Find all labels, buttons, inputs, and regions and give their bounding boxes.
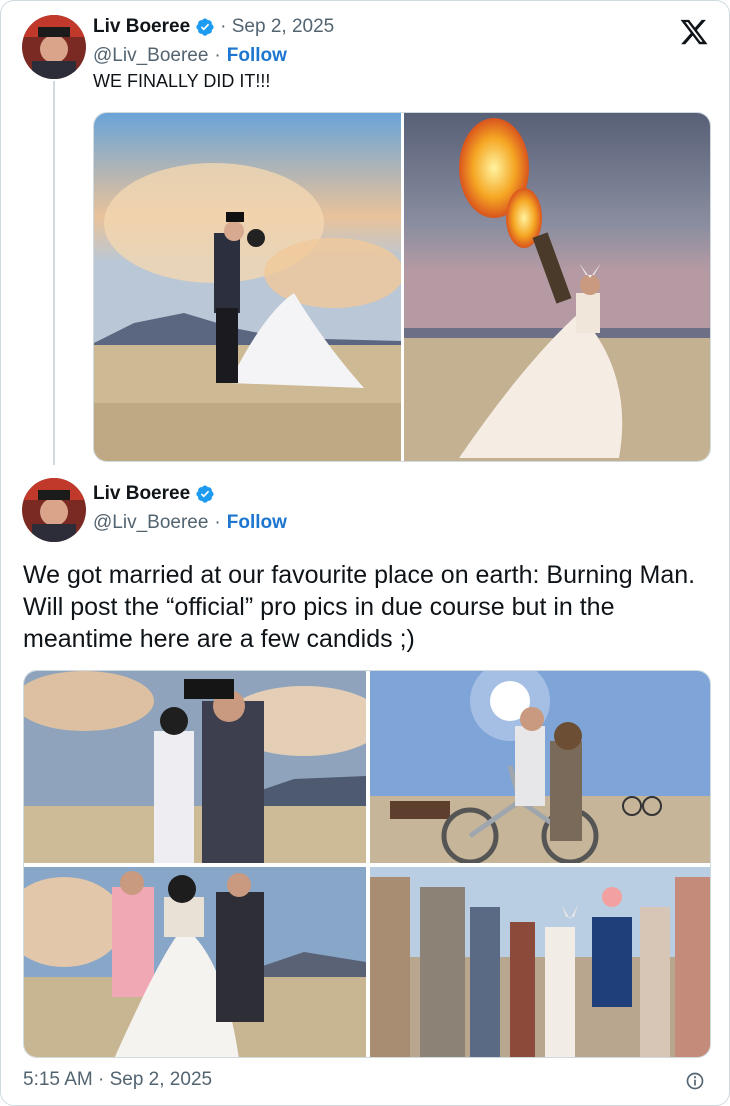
follow-button[interactable]: Follow <box>227 512 287 534</box>
avatar[interactable] <box>22 15 86 79</box>
media-gallery <box>23 670 711 1058</box>
author-name[interactable]: Liv Boeree <box>93 16 190 38</box>
photo-kiss-closeup[interactable] <box>24 671 366 863</box>
photo-crowd-celebration[interactable] <box>370 867 710 1057</box>
tweet-text: We got married at our favourite place on… <box>23 561 696 653</box>
avatar[interactable] <box>22 478 86 542</box>
verified-badge-icon <box>196 18 214 36</box>
follow-button[interactable]: Follow <box>227 45 287 67</box>
handle-row: @Liv_Boeree · Follow <box>93 512 287 534</box>
tweet-card: Liv Boeree · Sep 2, 2025 @Liv_Boeree · F… <box>0 0 730 1106</box>
separator-dot: · <box>214 512 221 533</box>
thread-line <box>53 81 55 465</box>
author-handle[interactable]: @Liv_Boeree <box>93 512 208 534</box>
author-row: Liv Boeree <box>93 483 215 505</box>
author-name[interactable]: Liv Boeree <box>93 483 190 505</box>
separator-dot: · <box>214 45 221 66</box>
photo-flamethrower[interactable] <box>404 113 710 461</box>
post-date[interactable]: · Sep 2, 2025 <box>220 16 334 38</box>
photo-procession[interactable] <box>24 867 366 1057</box>
info-icon[interactable] <box>685 1071 705 1091</box>
post-timestamp[interactable]: 5:15 AM · Sep 2, 2025 <box>23 1069 212 1091</box>
x-logo-icon[interactable] <box>679 17 709 47</box>
author-row: Liv Boeree · Sep 2, 2025 <box>93 16 334 38</box>
tweet-text: WE FINALLY DID IT!!! <box>93 71 271 91</box>
media-gallery <box>93 112 711 462</box>
verified-badge-icon <box>196 485 214 503</box>
handle-row: @Liv_Boeree · Follow <box>93 45 287 67</box>
photo-kiss-desert[interactable] <box>94 113 401 461</box>
author-handle[interactable]: @Liv_Boeree <box>93 45 208 67</box>
photo-bicycle[interactable] <box>370 671 710 863</box>
